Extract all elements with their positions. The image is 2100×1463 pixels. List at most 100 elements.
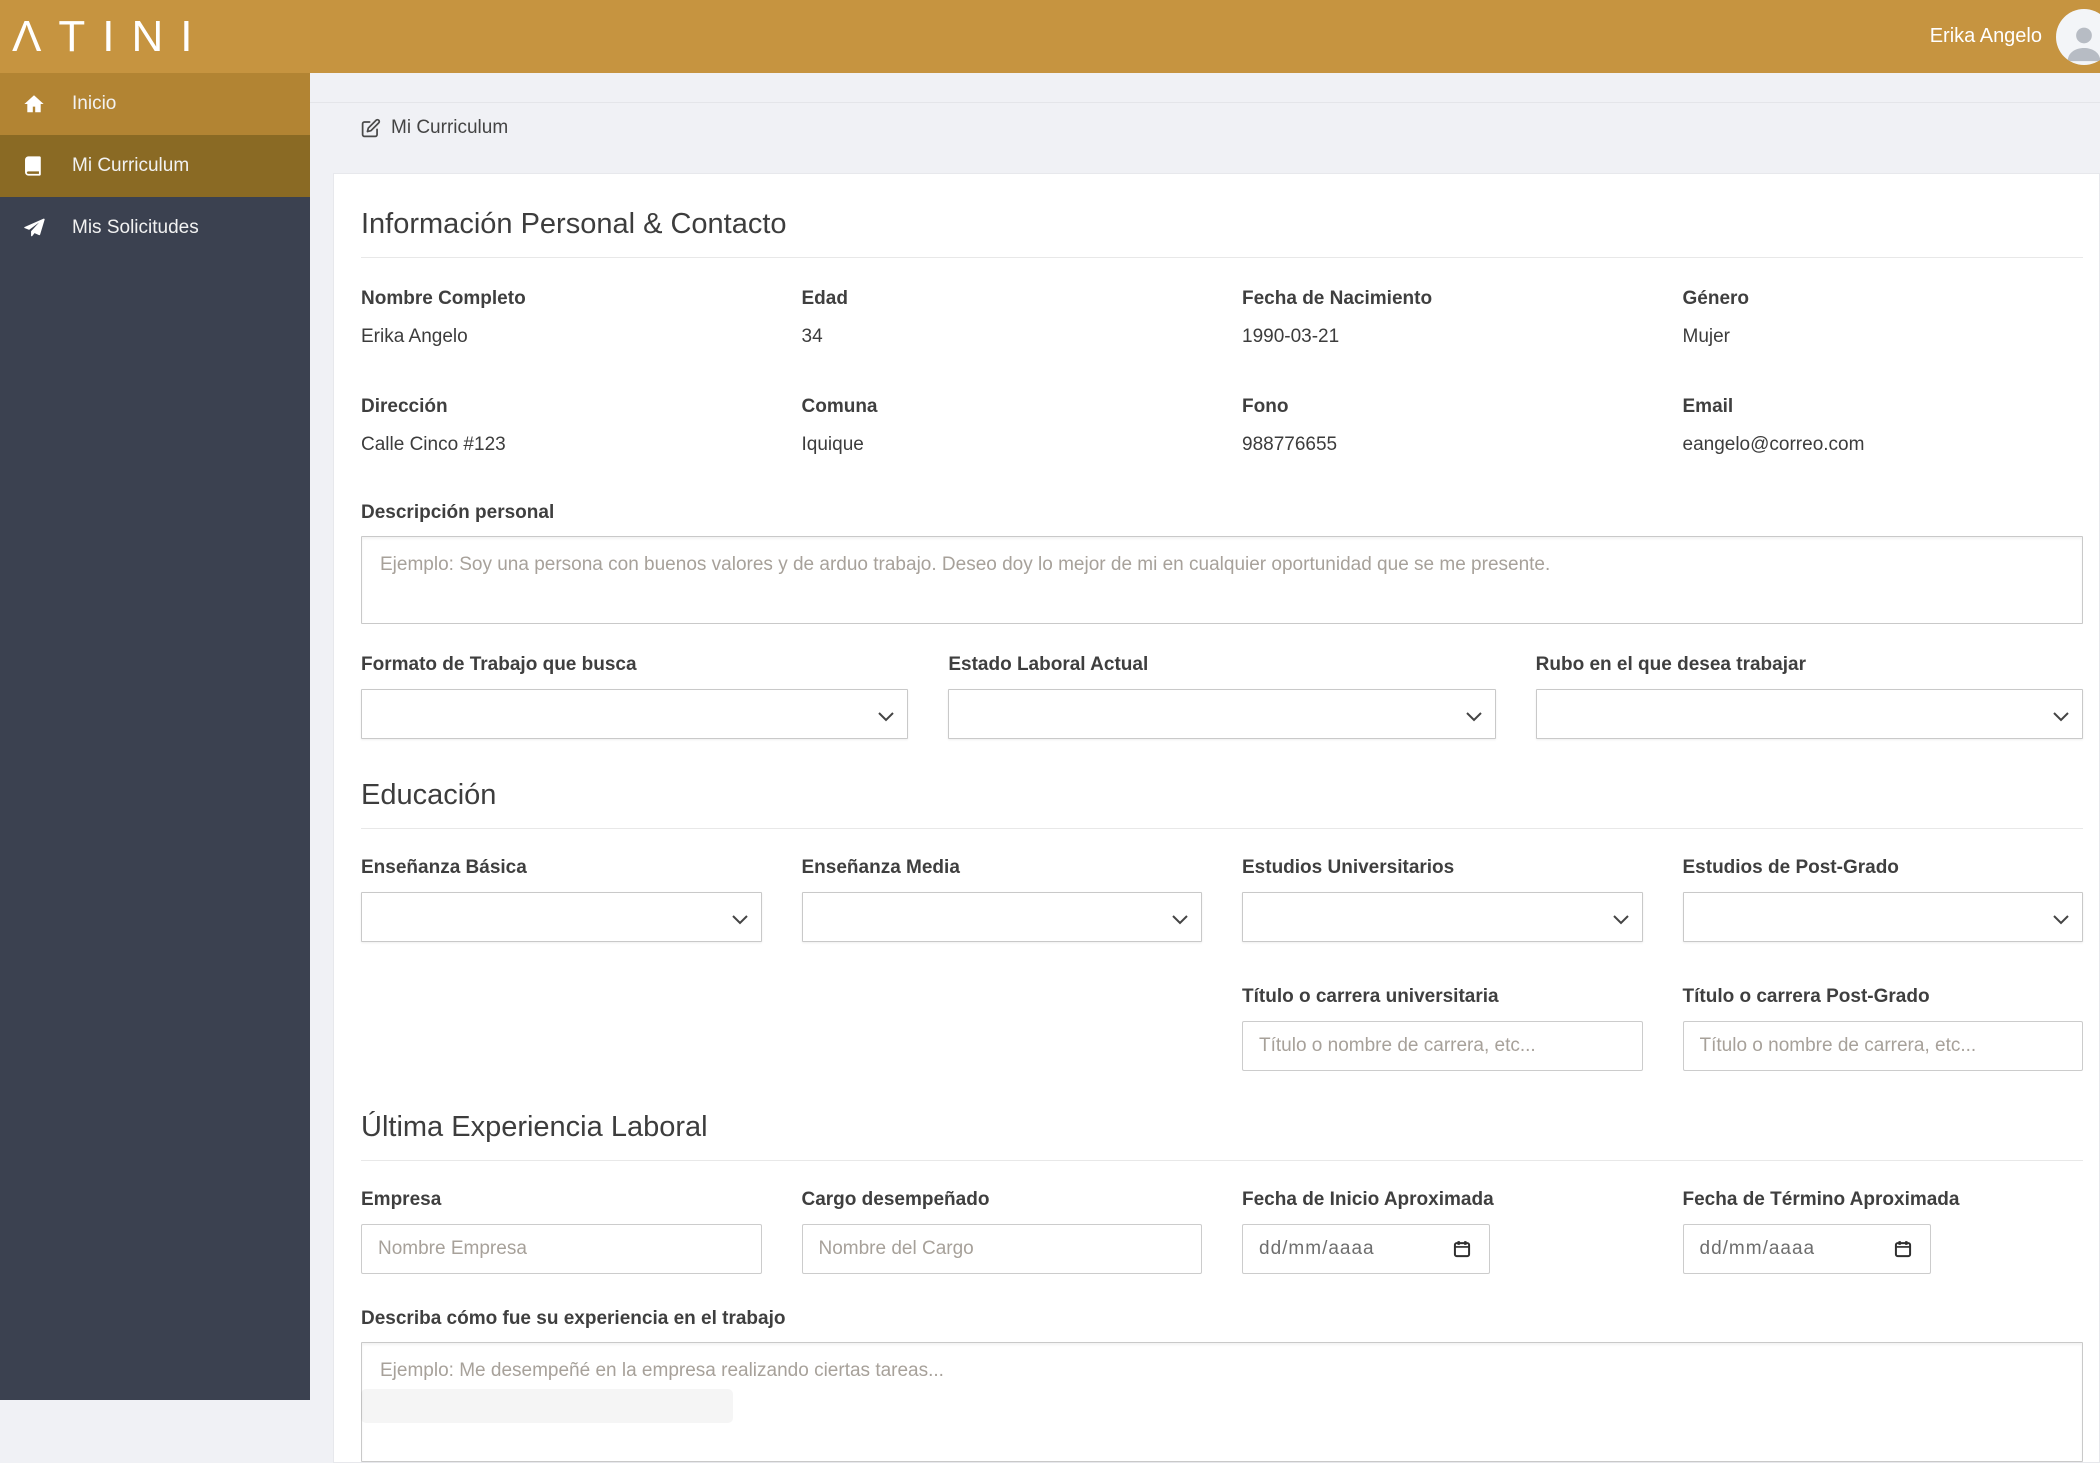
sidebar-item-mis-solicitudes[interactable]: Mis Solicitudes	[0, 197, 310, 259]
field-label: Comuna	[801, 396, 878, 417]
formato-trabajo-select[interactable]	[361, 689, 909, 739]
fecha-inicio-label: Fecha de Inicio Aproximada	[1242, 1189, 1494, 1210]
education-selects-grid: Enseñanza Básica Enseñanza Media Estudio…	[361, 857, 2083, 942]
ensenanza-media-label: Enseñanza Media	[801, 857, 960, 878]
calendar-icon[interactable]	[1452, 1239, 1472, 1259]
section-title-educacion: Educación	[361, 779, 2083, 829]
edit-icon	[360, 118, 381, 139]
home-icon	[22, 93, 46, 115]
titulo-universitario-input[interactable]	[1242, 1021, 1643, 1071]
field-direccion: Dirección Calle Cinco #123	[361, 396, 762, 456]
user-name: Erika Angelo	[1929, 25, 2042, 47]
ensenanza-basica-label: Enseñanza Básica	[361, 857, 527, 878]
estudios-universitarios-field: Estudios Universitarios	[1242, 857, 1643, 942]
field-edad: Edad 34	[802, 288, 1203, 348]
descripcion-personal-textarea[interactable]	[361, 536, 2083, 624]
field-genero: Género Mujer	[1683, 288, 2084, 348]
estudios-postgrado-label: Estudios de Post-Grado	[1682, 857, 1899, 878]
ensenanza-media-select[interactable]	[801, 892, 1202, 942]
sidebar-item-inicio[interactable]: Inicio	[0, 73, 310, 135]
sidebar-item-label: Inicio	[72, 93, 117, 114]
formato-trabajo-field: Formato de Trabajo que busca	[361, 654, 909, 739]
field-comuna: Comuna Iquique	[802, 396, 1203, 456]
estado-laboral-field: Estado Laboral Actual	[948, 654, 1496, 739]
descripcion-personal-block: Descripción personal	[361, 502, 2083, 624]
cargo-label: Cargo desempeñado	[801, 1189, 990, 1210]
estado-laboral-label: Estado Laboral Actual	[948, 654, 1149, 675]
sidebar-item-label: Mi Curriculum	[72, 155, 190, 176]
formato-trabajo-label: Formato de Trabajo que busca	[361, 654, 637, 675]
empresa-input[interactable]	[361, 1224, 762, 1274]
fecha-termino-label: Fecha de Término Aproximada	[1682, 1189, 1960, 1210]
avatar[interactable]	[2056, 8, 2100, 65]
empresa-label: Empresa	[361, 1189, 442, 1210]
rubo-label: Rubo en el que desea trabajar	[1535, 654, 1806, 675]
section-title-experiencia: Última Experiencia Laboral	[361, 1111, 2083, 1161]
sidebar-item-label: Mis Solicitudes	[72, 217, 199, 238]
field-label: Dirección	[361, 396, 448, 417]
section-title-personal: Información Personal & Contacto	[361, 208, 2083, 258]
titulo-postgrado-field: Título o carrera Post-Grado	[1682, 986, 2083, 1071]
work-preference-grid: Formato de Trabajo que busca Estado Labo…	[361, 654, 2083, 739]
person-icon	[2061, 19, 2100, 65]
fecha-termino-date-input[interactable]: dd/mm/aaaa	[1682, 1224, 1931, 1274]
breadcrumb[interactable]: Mi Curriculum	[310, 73, 2100, 139]
field-label: Nombre Completo	[361, 288, 526, 309]
field-label: Género	[1682, 288, 1750, 309]
chevron-down-icon	[1465, 709, 1482, 727]
fecha-inicio-field: Fecha de Inicio Aproximada dd/mm/aaaa	[1242, 1189, 1643, 1274]
chevron-down-icon	[731, 912, 748, 930]
chevron-down-icon	[1612, 912, 1629, 930]
cargo-input[interactable]	[801, 1224, 1202, 1274]
curriculum-form-card: Información Personal & Contacto Nombre C…	[333, 173, 2100, 1463]
estado-laboral-select[interactable]	[948, 689, 1496, 739]
top-header: ΛTINI Erika Angelo	[0, 0, 2100, 73]
date-format-text: dd/mm/aaaa	[1259, 1238, 1375, 1259]
titulo-universitario-field: Título o carrera universitaria	[1242, 986, 1643, 1071]
descripcion-personal-label: Descripción personal	[361, 502, 555, 523]
experience-grid: Empresa Cargo desempeñado Fecha de Inici…	[361, 1189, 2083, 1274]
field-nombre-completo: Nombre Completo Erika Angelo	[361, 288, 762, 348]
field-label: Email	[1682, 396, 1734, 417]
submit-button-cutoff[interactable]	[361, 1389, 733, 1423]
book-icon	[22, 155, 46, 177]
titulo-postgrado-label: Título o carrera Post-Grado	[1682, 986, 1930, 1007]
field-value: 1990-03-21	[1242, 326, 1340, 347]
estudios-universitarios-label: Estudios Universitarios	[1242, 857, 1455, 878]
rubo-field: Rubo en el que desea trabajar	[1535, 654, 2083, 739]
field-value: Erika Angelo	[361, 326, 468, 347]
field-label: Fono	[1242, 396, 1289, 417]
calendar-icon[interactable]	[1893, 1239, 1913, 1259]
titulo-universitario-label: Título o carrera universitaria	[1242, 986, 1499, 1007]
fecha-termino-field: Fecha de Término Aproximada dd/mm/aaaa	[1682, 1189, 2084, 1274]
ensenanza-media-field: Enseñanza Media	[801, 857, 1202, 942]
brand-logo: ΛTINI	[12, 12, 210, 61]
estudios-postgrado-field: Estudios de Post-Grado	[1682, 857, 2083, 942]
empresa-field: Empresa	[361, 1189, 762, 1274]
education-titles-grid: Título o carrera universitaria Título o …	[361, 986, 2083, 1071]
field-fono: Fono 988776655	[1242, 396, 1643, 456]
chevron-down-icon	[1172, 912, 1188, 930]
chevron-down-icon	[2053, 709, 2069, 727]
field-fecha-nacimiento: Fecha de Nacimiento 1990-03-21	[1242, 288, 1643, 348]
estudios-universitarios-select[interactable]	[1242, 892, 1643, 942]
ensenanza-basica-select[interactable]	[361, 892, 762, 942]
cargo-field: Cargo desempeñado	[801, 1189, 1202, 1274]
field-value: Iquique	[801, 434, 864, 455]
chevron-down-icon	[878, 709, 895, 727]
field-email: Email eangelo@correo.com	[1683, 396, 2084, 456]
field-value: eangelo@correo.com	[1682, 434, 1865, 455]
estudios-postgrado-select[interactable]	[1682, 892, 2083, 942]
titulo-postgrado-input[interactable]	[1682, 1021, 2083, 1071]
rubo-select[interactable]	[1535, 689, 2083, 739]
field-value: 34	[801, 326, 823, 347]
sidebar: Inicio Mi Curriculum Mis Solicitudes	[0, 73, 310, 1400]
paper-plane-icon	[22, 217, 46, 239]
field-value: 988776655	[1242, 434, 1338, 455]
chevron-down-icon	[2053, 912, 2069, 930]
experiencia-descripcion-label: Describa cómo fue su experiencia en el t…	[361, 1308, 786, 1329]
main-content: Mi Curriculum Información Personal & Con…	[310, 73, 2100, 1463]
fecha-inicio-date-input[interactable]: dd/mm/aaaa	[1242, 1224, 1490, 1274]
field-value: Calle Cinco #123	[361, 434, 506, 455]
sidebar-item-mi-curriculum[interactable]: Mi Curriculum	[0, 135, 310, 197]
